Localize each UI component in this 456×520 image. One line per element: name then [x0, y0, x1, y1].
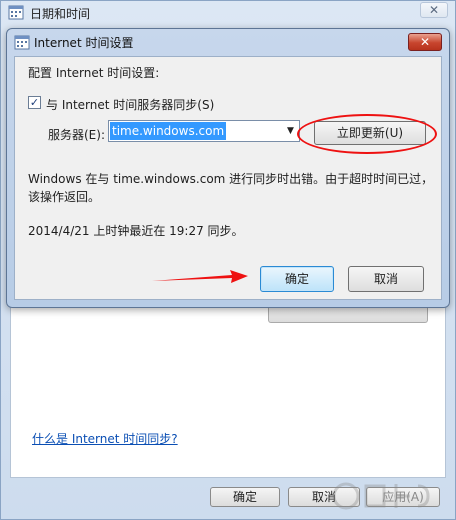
watermark-logo	[332, 482, 430, 510]
last-sync-status: 2014/4/21 上时钟最近在 19:27 同步。	[28, 224, 244, 238]
dialog-heading: 配置 Internet 时间设置:	[28, 66, 160, 80]
outer-content-panel	[10, 300, 446, 478]
sync-checkbox-label[interactable]: 与 Internet 时间服务器同步(S)	[46, 96, 214, 113]
cancel-button[interactable]: 取消	[348, 266, 424, 292]
dialog-close-button[interactable]: ✕	[408, 33, 442, 51]
ok-button[interactable]: 确定	[260, 266, 334, 292]
sync-error-message: Windows 在与 time.windows.com 进行同步时出错。由于超时…	[28, 172, 434, 204]
internet-time-help-link[interactable]: 什么是 Internet 时间同步?	[32, 430, 178, 447]
annotation-circle	[297, 114, 437, 154]
outer-ok-button[interactable]: 确定	[210, 487, 280, 507]
server-label: 服务器(E):	[48, 128, 105, 142]
calendar-clock-icon	[8, 5, 24, 20]
server-select-value[interactable]: time.windows.com	[110, 122, 227, 140]
annotation-arrow	[152, 270, 248, 283]
sync-checkbox[interactable]: ✓	[28, 96, 41, 109]
dialog-title: Internet 时间设置	[34, 36, 134, 50]
outer-window-title: 日期和时间	[30, 7, 91, 21]
outer-close-button[interactable]: ✕	[420, 2, 448, 18]
calendar-clock-icon	[14, 35, 30, 50]
